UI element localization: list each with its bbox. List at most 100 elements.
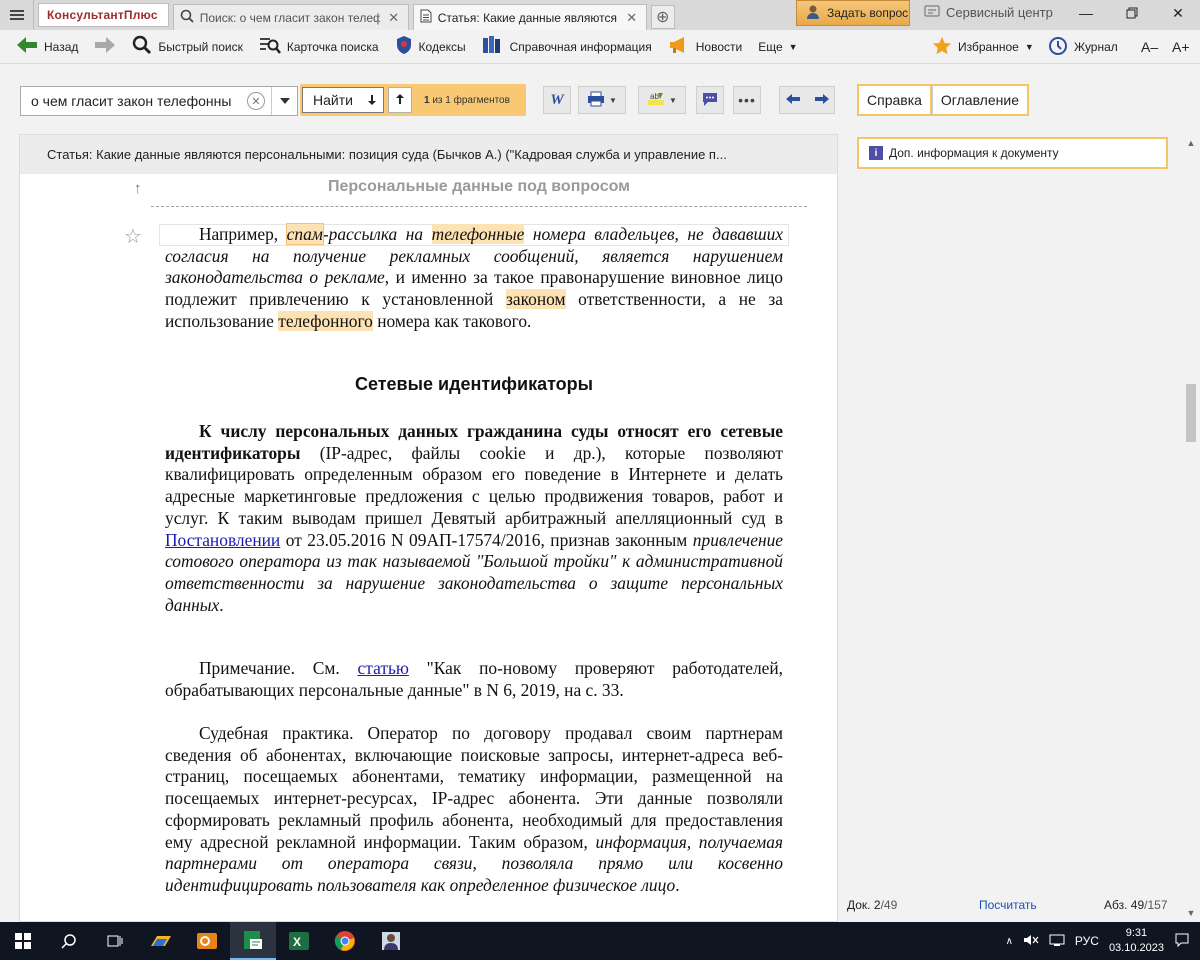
document-viewer[interactable]: ↑ Персональные данные под вопросом ☆ Нап… <box>19 174 838 922</box>
consultant-active-icon[interactable] <box>230 922 276 960</box>
close-window-icon[interactable]: ✕ <box>1156 0 1200 26</box>
tab-search[interactable]: Поиск: о чем гласит закон телефонны ✕ <box>172 4 409 30</box>
fragments-count: 1 <box>424 94 430 106</box>
clear-icon[interactable]: ✕ <box>247 92 265 110</box>
back-button[interactable]: Назад <box>8 32 86 62</box>
chevron-down-icon: ▼ <box>788 41 798 52</box>
font-decrease-button[interactable]: A– <box>1141 30 1158 64</box>
network-icon[interactable] <box>1049 933 1065 950</box>
tab-article[interactable]: Статья: Какие данные являются персо ✕ <box>412 4 647 30</box>
text-run: . <box>675 874 680 895</box>
count-link-label[interactable]: Посчитать <box>979 898 1037 912</box>
more-label: Еще <box>758 39 783 54</box>
news-label: Новости <box>695 39 743 54</box>
quick-search-button[interactable]: Быстрый поиск <box>124 32 250 62</box>
user-app-icon[interactable] <box>368 922 414 960</box>
forward-button[interactable] <box>86 32 124 62</box>
chrome-icon[interactable] <box>322 922 368 960</box>
maximize-icon[interactable] <box>1110 0 1154 26</box>
excel-icon[interactable]: X <box>276 922 322 960</box>
nav-arrows <box>779 86 835 114</box>
chevron-down-icon: ▼ <box>1024 42 1034 52</box>
text-run: . <box>219 594 224 615</box>
ellipsis-icon: ••• <box>738 92 756 108</box>
consultant-avatar-icon <box>805 4 821 23</box>
link-resolution[interactable]: Постановлении <box>165 530 280 550</box>
text-run: номера как такового. <box>372 310 532 331</box>
comment-button[interactable] <box>696 86 724 114</box>
reference-button[interactable]: Справочная информация <box>474 32 660 62</box>
chevron-up-icon[interactable]: ∧ <box>1006 936 1013 947</box>
paragraph-court-practice: Судебная практика. Оператор по договору … <box>165 723 783 897</box>
more-menu[interactable]: Еще ▼ <box>750 32 805 62</box>
search-hit: телефонные <box>431 224 525 244</box>
scroll-up-arrow-icon[interactable]: ↑ <box>134 180 142 197</box>
par-label: Абз. <box>1104 898 1128 912</box>
doc-total: /49 <box>880 898 898 912</box>
scroll-up-icon[interactable]: ▲ <box>1182 138 1200 148</box>
search-hit: законом <box>505 289 566 310</box>
right-panel-tabs: Справка Оглавление <box>857 84 1029 116</box>
paragraph-position: Абз. 49/157 <box>1104 898 1168 912</box>
quick-search-label: Быстрый поиск <box>158 39 243 54</box>
word-icon: W <box>550 91 564 108</box>
find-next-button[interactable]: Найти <box>302 87 384 113</box>
emblem-icon <box>395 35 413 58</box>
journal-button[interactable]: Журнал <box>1048 30 1118 64</box>
codes-button[interactable]: Кодексы <box>387 32 474 62</box>
hamburger-menu-icon[interactable] <box>0 0 34 30</box>
next-arrow-icon[interactable] <box>814 93 830 108</box>
consultant-app-icon[interactable] <box>138 922 184 960</box>
section-title: Персональные данные под вопросом <box>328 178 630 195</box>
ask-question-button[interactable]: Задать вопрос <box>796 0 910 26</box>
font-increase-button[interactable]: A+ <box>1172 30 1190 64</box>
ask-question-label: Задать вопрос <box>827 6 909 20</box>
clock[interactable]: 9:31 03.10.2023 <box>1109 926 1164 956</box>
link-article[interactable]: статью <box>358 658 409 678</box>
find-previous-button[interactable] <box>388 87 412 113</box>
more-actions-button[interactable]: ••• <box>733 86 761 114</box>
news-button[interactable]: Новости <box>660 32 750 62</box>
task-view-icon[interactable] <box>92 922 138 960</box>
tab-help[interactable]: Справка <box>857 84 932 116</box>
print-button[interactable]: ▼ <box>578 86 626 114</box>
search-card-button[interactable]: Карточка поиска <box>251 32 387 62</box>
highlight-button[interactable]: ab ▼ <box>638 86 686 114</box>
font-decrease-label: A– <box>1141 39 1159 55</box>
input-language[interactable]: РУС <box>1075 934 1099 948</box>
search-input[interactable]: о чем гласит закон телефонны ✕ <box>20 86 298 116</box>
find-group: Найти 1 из 1 фрагментов <box>300 84 526 116</box>
bookmark-star-icon[interactable]: ☆ <box>124 224 142 249</box>
outlook-icon[interactable] <box>184 922 230 960</box>
scrollbar-thumb[interactable] <box>1186 384 1196 442</box>
history-dropdown-icon[interactable] <box>271 87 297 115</box>
notifications-icon[interactable] <box>1174 932 1190 951</box>
paragraph-note: Примечание. См. статью "Как по-новому пр… <box>165 658 783 701</box>
chevron-down-icon: ▼ <box>669 95 677 105</box>
search-icon[interactable] <box>46 922 92 960</box>
arrow-left-icon <box>16 36 38 57</box>
minimize-icon[interactable]: — <box>1064 0 1108 26</box>
fragments-text: из 1 фрагментов <box>432 94 510 106</box>
windows-start-icon[interactable] <box>0 922 46 960</box>
journal-label: Журнал <box>1074 40 1118 54</box>
close-icon[interactable]: ✕ <box>386 10 402 26</box>
brand-logo[interactable]: КонсультантПлюс <box>38 3 169 27</box>
prev-arrow-icon[interactable] <box>785 93 801 108</box>
vertical-scrollbar[interactable]: ▲ ▼ <box>1182 134 1200 922</box>
scroll-down-icon[interactable]: ▼ <box>1182 908 1200 918</box>
new-tab-icon[interactable]: ⊕ <box>650 5 675 29</box>
service-center-link[interactable]: Сервисный центр <box>924 4 1053 21</box>
svg-text:ab: ab <box>650 92 659 101</box>
favorites-button[interactable]: Избранное ▼ <box>932 30 1034 64</box>
export-word-button[interactable]: W <box>543 86 571 114</box>
star-icon <box>932 36 952 59</box>
count-link[interactable]: Посчитать <box>979 898 1037 912</box>
additional-info-button[interactable]: i Доп. информация к документу <box>857 137 1168 169</box>
close-icon[interactable]: ✕ <box>624 10 640 26</box>
info-icon: i <box>869 146 883 160</box>
search-query-text[interactable]: о чем гласит закон телефонны <box>21 93 247 109</box>
tab-contents[interactable]: Оглавление <box>931 84 1029 116</box>
clock-time: 9:31 <box>1125 927 1148 939</box>
speaker-muted-icon[interactable] <box>1023 933 1039 950</box>
